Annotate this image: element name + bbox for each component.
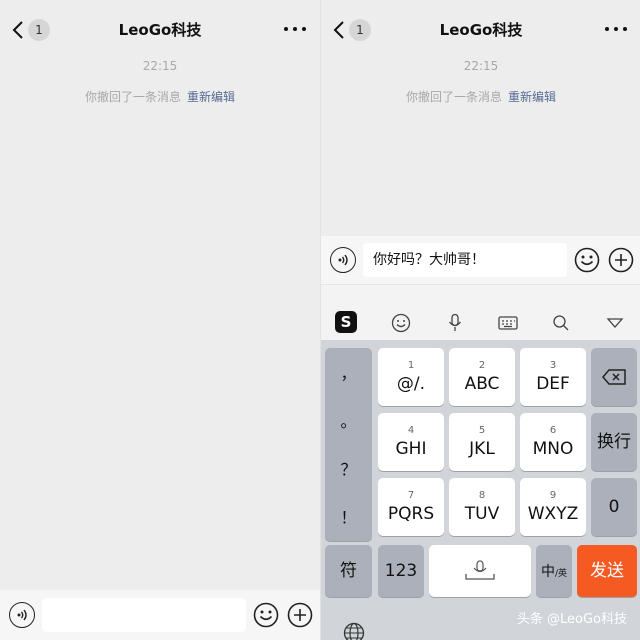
- chevron-left-icon: [12, 21, 23, 39]
- key-number: 1: [407, 360, 415, 371]
- input-bar: 你好吗？大帅哥！: [321, 236, 640, 284]
- ime-toolbar: S: [321, 284, 640, 340]
- key-label: 发送: [590, 561, 624, 581]
- emoji-icon[interactable]: [253, 602, 279, 628]
- key-number: 6: [549, 425, 557, 436]
- punct-key[interactable]: 。: [325, 396, 372, 444]
- key-label: PQRS: [387, 504, 435, 524]
- key-number: 3: [549, 360, 557, 371]
- numbers-key[interactable]: 123: [378, 545, 424, 597]
- key-label: 中/英: [541, 561, 567, 581]
- key-2[interactable]: 2 ABC: [449, 348, 515, 406]
- unread-badge: 1: [349, 19, 371, 41]
- sogou-logo-icon[interactable]: S: [335, 311, 357, 333]
- more-icon[interactable]: [284, 18, 306, 40]
- space-key[interactable]: [429, 545, 531, 597]
- key-label: 换行: [597, 432, 631, 452]
- back-button[interactable]: 1: [333, 18, 373, 42]
- voice-icon[interactable]: [330, 247, 356, 273]
- more-icon[interactable]: [605, 18, 627, 40]
- key-label: 123: [384, 561, 418, 581]
- lang-secondary: /英: [554, 569, 568, 579]
- nav-bar: 1 LeoGo科技: [0, 0, 320, 60]
- lang-primary: 中: [540, 564, 555, 580]
- key-number: 2: [478, 360, 486, 371]
- system-message: 你撤回了一条消息 重新编辑: [0, 88, 320, 105]
- symbols-key[interactable]: 符: [325, 545, 372, 597]
- key-label: @/.: [396, 374, 426, 394]
- emoji-icon[interactable]: [574, 247, 600, 273]
- key-number: 7: [407, 490, 415, 501]
- keyboard: ， 。 ？ ！ 1 @/. 2 ABC 3 DEF 4 GHI 5 JKL 6 MNO 换行…: [321, 340, 640, 640]
- send-button[interactable]: 发送: [577, 545, 637, 597]
- key-label: ABC: [464, 374, 500, 394]
- key-label: WXYZ: [527, 504, 579, 524]
- collapse-keyboard-icon[interactable]: [603, 311, 627, 335]
- key-8[interactable]: 8 TUV: [449, 478, 515, 536]
- space-mic-icon: [465, 560, 495, 580]
- system-message: 你撤回了一条消息 重新编辑: [321, 88, 640, 105]
- voice-icon[interactable]: [9, 602, 35, 628]
- key-label: GHI: [395, 439, 427, 459]
- keyboard-icon[interactable]: [496, 311, 520, 335]
- newline-key[interactable]: 换行: [591, 413, 637, 471]
- chevron-left-icon: [333, 21, 344, 39]
- chat-title: LeoGo科技: [118, 21, 202, 39]
- watermark: 头条 @LeoGo科技: [516, 612, 627, 627]
- chat-screen-left: 1 LeoGo科技 22:15 你撤回了一条消息 重新编辑: [0, 0, 320, 640]
- recall-text: 你撤回了一条消息: [84, 90, 181, 104]
- unread-badge: 1: [28, 19, 50, 41]
- language-toggle-key[interactable]: 中/英: [536, 545, 572, 597]
- globe-icon[interactable]: [343, 622, 365, 640]
- chat-title: LeoGo科技: [439, 21, 523, 39]
- key-label: 0: [608, 497, 620, 517]
- plus-icon[interactable]: [287, 602, 313, 628]
- mic-icon[interactable]: [443, 311, 467, 335]
- emoji-icon[interactable]: [389, 311, 413, 335]
- nav-bar: 1 LeoGo科技: [321, 0, 640, 60]
- key-3[interactable]: 3 DEF: [520, 348, 586, 406]
- zero-key[interactable]: 0: [591, 478, 637, 536]
- punct-key[interactable]: ，: [325, 348, 372, 396]
- key-number: 8: [478, 490, 486, 501]
- key-6[interactable]: 6 MNO: [520, 413, 586, 471]
- key-9[interactable]: 9 WXYZ: [520, 478, 586, 536]
- key-label: DEF: [536, 374, 570, 394]
- timestamp: 22:15: [142, 59, 178, 73]
- plus-icon[interactable]: [608, 247, 634, 273]
- timestamp: 22:15: [463, 59, 499, 73]
- key-1[interactable]: 1 @/.: [378, 348, 444, 406]
- message-input[interactable]: [42, 598, 246, 632]
- key-label: MNO: [532, 439, 574, 459]
- backspace-icon: [602, 369, 626, 385]
- key-label: JKL: [469, 439, 495, 459]
- key-7[interactable]: 7 PQRS: [378, 478, 444, 536]
- key-5[interactable]: 5 JKL: [449, 413, 515, 471]
- back-button[interactable]: 1: [12, 18, 52, 42]
- input-bar: [0, 590, 320, 640]
- re-edit-link[interactable]: 重新编辑: [508, 90, 556, 104]
- key-number: 9: [549, 490, 557, 501]
- key-number: 4: [407, 425, 415, 436]
- punctuation-column[interactable]: ， 。 ？ ！: [325, 348, 372, 541]
- re-edit-link[interactable]: 重新编辑: [187, 90, 235, 104]
- message-input[interactable]: 你好吗？大帅哥！: [363, 243, 567, 277]
- key-number: 5: [478, 425, 486, 436]
- search-icon[interactable]: [549, 311, 573, 335]
- key-label: TUV: [464, 504, 500, 524]
- key-label: 符: [340, 561, 357, 581]
- recall-text: 你撤回了一条消息: [405, 90, 502, 104]
- key-4[interactable]: 4 GHI: [378, 413, 444, 471]
- punct-key[interactable]: ？: [325, 444, 372, 492]
- backspace-key[interactable]: [591, 348, 637, 406]
- chat-screen-right: 1 LeoGo科技 22:15 你撤回了一条消息重新编辑 你好吗？大帅哥！ S: [320, 0, 640, 640]
- punct-key[interactable]: ！: [325, 492, 372, 540]
